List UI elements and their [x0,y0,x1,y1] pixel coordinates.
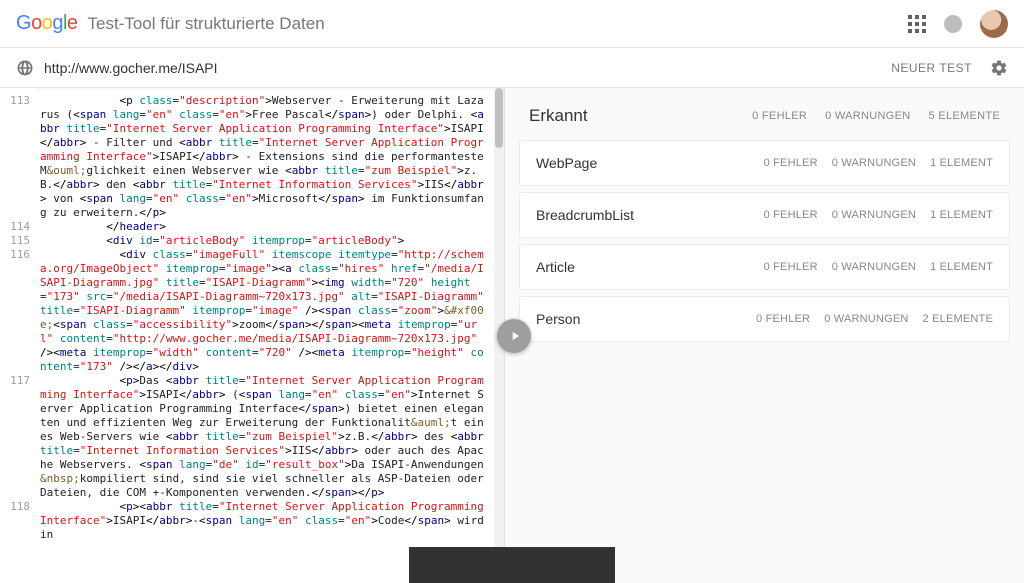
result-card-name: Article [536,259,575,275]
result-card-name: Person [536,311,580,327]
result-warnings: 0 WARNUNGEN [832,157,916,169]
url-text[interactable]: http://www.gocher.me/ISAPI [44,60,891,76]
tool-title: Test-Tool für strukturierte Daten [88,14,325,34]
result-warnings: 0 WARNUNGEN [832,209,916,221]
result-errors: 0 FEHLER [764,261,818,273]
code-pane: 113114115116117118 <p class="description… [0,88,505,583]
settings-icon[interactable] [990,59,1008,77]
summary-elements: 5 ELEMENTE [929,110,1000,122]
result-card-person[interactable]: Person 0 FEHLER 0 WARNUNGEN 2 ELEMENTE [519,296,1010,342]
result-errors: 0 FEHLER [764,157,818,169]
user-avatar[interactable] [980,10,1008,38]
play-icon [508,329,522,343]
result-card-article[interactable]: Article 0 FEHLER 0 WARNUNGEN 1 ELEMENT [519,244,1010,290]
url-bar: http://www.gocher.me/ISAPI NEUER TEST [0,48,1024,88]
result-elements: 1 ELEMENT [930,157,993,169]
summary-warnings: 0 WARNUNGEN [825,110,910,122]
result-card-name: WebPage [536,155,597,171]
new-test-button[interactable]: NEUER TEST [891,61,972,75]
notifications-icon[interactable] [944,15,962,33]
summary-errors: 0 FEHLER [752,110,807,122]
result-warnings: 0 WARNUNGEN [832,261,916,273]
result-card-webpage[interactable]: WebPage 0 FEHLER 0 WARNUNGEN 1 ELEMENT [519,140,1010,186]
result-errors: 0 FEHLER [764,209,818,221]
toast [409,547,615,583]
results-title: Erkannt [529,106,588,126]
google-logo: Google [16,12,78,35]
code-view[interactable]: <p class="description">Webserver - Erwei… [36,88,494,583]
result-elements: 2 ELEMENTE [923,313,993,325]
result-elements: 1 ELEMENT [930,261,993,273]
apps-icon[interactable] [908,15,926,33]
results-pane: Erkannt 0 FEHLER 0 WARNUNGEN 5 ELEMENTE … [505,88,1024,583]
result-errors: 0 FEHLER [756,313,810,325]
app-header: Google Test-Tool für strukturierte Daten [0,0,1024,48]
result-warnings: 0 WARNUNGEN [824,313,908,325]
result-card-name: BreadcrumbList [536,207,634,223]
scrollbar-thumb[interactable] [495,88,503,148]
line-gutter: 113114115116117118 [0,88,36,583]
result-card-breadcrumblist[interactable]: BreadcrumbList 0 FEHLER 0 WARNUNGEN 1 ELEME… [519,192,1010,238]
results-summary: Erkannt 0 FEHLER 0 WARNUNGEN 5 ELEMENTE [505,88,1024,140]
main-split: 113114115116117118 <p class="description… [0,88,1024,583]
run-test-button[interactable] [497,319,531,353]
globe-icon [16,59,34,77]
result-elements: 1 ELEMENT [930,209,993,221]
